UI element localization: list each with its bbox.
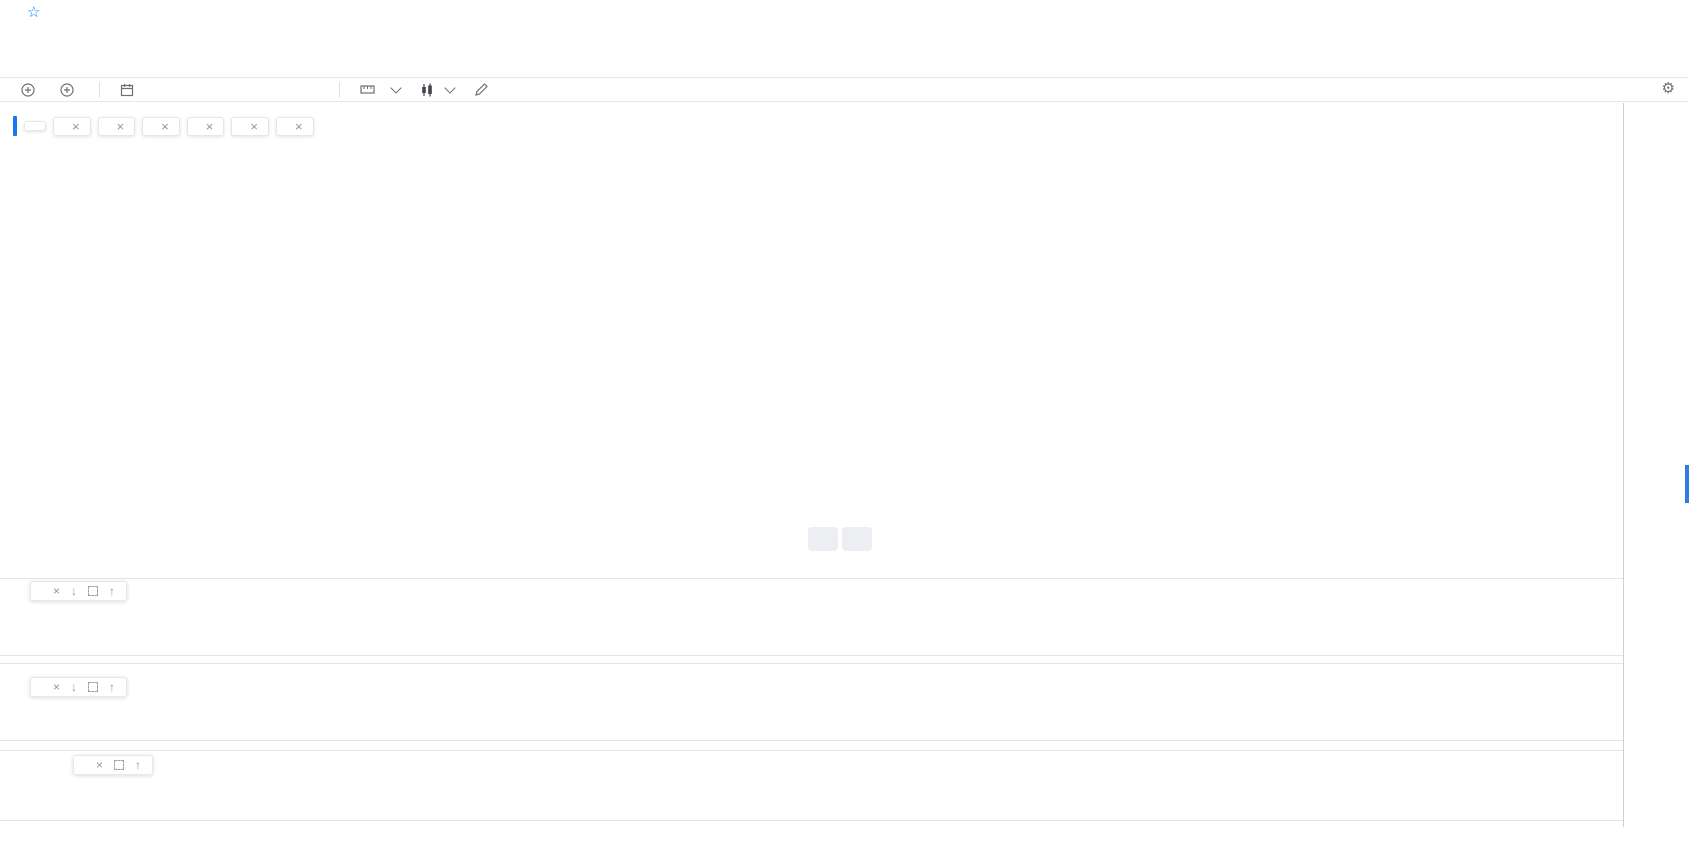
move-down-icon[interactable]: ↓: [71, 585, 77, 597]
rsi-chart[interactable]: [0, 663, 1623, 740]
move-down-icon[interactable]: ↓: [71, 681, 77, 693]
close-icon[interactable]: ×: [96, 759, 103, 771]
indicator-chip-ma420[interactable]: ×: [142, 116, 180, 136]
move-up-icon[interactable]: ↑: [135, 759, 141, 771]
chevron-down-icon: [390, 82, 402, 94]
price-axis-line: [1623, 103, 1624, 827]
indicator-chip-ma100[interactable]: ×: [97, 116, 136, 136]
indicator-chip-bollinger[interactable]: ×: [53, 116, 91, 136]
indicator-chip-ma50[interactable]: ×: [275, 116, 314, 136]
indicator-chip-ma200[interactable]: ×: [231, 116, 269, 136]
momentum-chart[interactable]: [0, 750, 1623, 820]
interval-dropdown[interactable]: [352, 82, 408, 96]
date-range-button[interactable]: [112, 83, 147, 97]
close-icon[interactable]: ×: [206, 120, 214, 133]
expand-icon[interactable]: [114, 760, 125, 770]
main-price-chart[interactable]: [0, 103, 1623, 568]
close-icon[interactable]: ×: [250, 120, 258, 133]
draw-button[interactable]: [466, 82, 501, 97]
close-icon[interactable]: ×: [295, 120, 303, 133]
interval-icon: [360, 83, 375, 96]
move-up-icon[interactable]: ↑: [109, 681, 115, 693]
momentum-label-chip[interactable]: × ↑: [73, 755, 154, 775]
close-icon[interactable]: ×: [161, 120, 169, 133]
series-color-bar: [13, 116, 17, 136]
move-up-icon[interactable]: ↑: [109, 585, 115, 597]
yahoo-finance-chart-page: ☆ ⚙ × × × × × × × ↓ ↑ × ↓ ↑ × ↑: [0, 0, 1689, 865]
close-icon[interactable]: ×: [53, 681, 60, 693]
symbol-chip[interactable]: [24, 121, 46, 131]
pencil-icon: [474, 82, 488, 97]
calendar-icon: [120, 83, 134, 97]
close-icon[interactable]: ×: [117, 120, 125, 133]
indicators-button[interactable]: [13, 82, 48, 97]
candle-icon: [420, 83, 434, 97]
zoom-in-button[interactable]: [842, 527, 872, 551]
close-icon[interactable]: ×: [53, 585, 60, 597]
zoom-out-button[interactable]: [808, 527, 838, 551]
rsi-label-chip[interactable]: × ↓ ↑: [30, 677, 128, 697]
legend-chip-row: × × × × × ×: [13, 116, 314, 136]
header: ☆: [13, 3, 40, 29]
indicator-chip-ma600[interactable]: ×: [186, 116, 225, 136]
zoom-controls: [808, 527, 872, 551]
settings-gear-icon[interactable]: ⚙: [1656, 78, 1681, 98]
close-icon[interactable]: ×: [72, 120, 80, 133]
macd-chart[interactable]: [0, 578, 1623, 655]
expand-icon[interactable]: [88, 682, 99, 692]
toolbar-divider: [339, 81, 340, 98]
chevron-down-icon: [444, 82, 456, 94]
macd-label-chip[interactable]: × ↓ ↑: [30, 581, 128, 601]
chart-toolbar: ⚙: [0, 77, 1689, 102]
comparison-button[interactable]: [52, 82, 87, 97]
chart-type-dropdown[interactable]: [412, 82, 462, 97]
star-favorite-icon[interactable]: ☆: [27, 3, 40, 21]
x-axis: [0, 820, 1689, 865]
expand-icon[interactable]: [88, 586, 99, 596]
toolbar-divider: [99, 81, 100, 98]
scrollbar-thumb[interactable]: [1685, 465, 1689, 503]
plus-circle-icon: [21, 82, 35, 97]
plus-circle-icon: [60, 82, 74, 97]
